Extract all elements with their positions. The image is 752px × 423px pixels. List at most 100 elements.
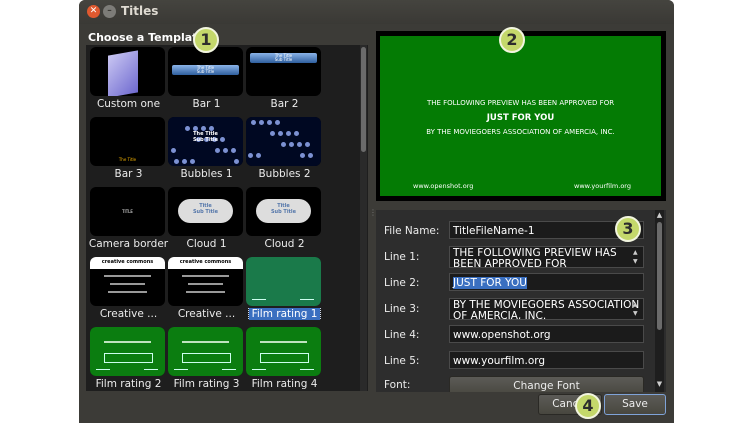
template-tile[interactable]: Custom one (90, 47, 167, 117)
font-label: Font: (384, 379, 411, 391)
line5-input[interactable]: www.yourfilm.org (449, 351, 644, 369)
template-thumbnail: The Title Sub Title (168, 47, 243, 96)
template-label: Film rating 4 (240, 378, 329, 390)
template-label: Film rating 1 (240, 308, 329, 320)
thumbnail-decoration (110, 283, 145, 285)
template-thumbnail: TITLE (90, 187, 165, 236)
thumbnail-decoration (260, 341, 307, 343)
template-label: Bubbles 1 (162, 168, 251, 180)
template-tile[interactable]: Film rating 4 (246, 327, 323, 391)
change-font-button[interactable]: Change Font (449, 376, 644, 392)
thumbnail-text-line: Sub Title (274, 57, 293, 62)
file-name-label: File Name: (384, 225, 440, 237)
line1-spin-icon[interactable]: ▲ ▼ (633, 248, 641, 266)
thumbnail-text-line: Sub Title (192, 137, 219, 143)
thumbnail-decoration (252, 369, 266, 370)
template-thumbnail (246, 257, 321, 306)
thumbnail-decoration (188, 283, 223, 285)
template-tile[interactable]: Film rating 3 (168, 327, 245, 391)
template-label-text: Bubbles 2 (258, 168, 311, 180)
thumbnail-decoration (182, 275, 229, 277)
template-thumbnail: Title Sub Title (246, 187, 321, 236)
template-tile[interactable]: Film rating 1 (246, 257, 323, 327)
line1-input[interactable]: THE FOLLOWING PREVIEW HAS BEEN APPROVED … (449, 246, 644, 268)
template-tile[interactable]: creative commons Creative ... (90, 257, 167, 327)
line1-label: Line 1: (384, 251, 420, 263)
template-thumbnail-text: The Title Sub Title (246, 54, 321, 62)
scrollbar-thumb[interactable] (361, 47, 366, 152)
preview-line-4: www.openshot.org (413, 182, 474, 190)
template-thumbnail: The Title Sub Title (168, 117, 243, 166)
preview-canvas: THE FOLLOWING PREVIEW HAS BEEN APPROVED … (380, 36, 661, 196)
template-tile[interactable]: The Title Sub Title Bar 1 (168, 47, 245, 117)
line5-label: Line 5: (384, 355, 420, 367)
template-label-text: Creative ... (177, 308, 236, 320)
thumbnail-decoration (252, 299, 266, 300)
minimize-icon[interactable]: – (103, 5, 116, 18)
scroll-up-icon[interactable]: ▲ (656, 211, 663, 219)
template-tile[interactable]: TITLE Camera border (89, 187, 168, 257)
callout-badge-3: 3 (615, 216, 641, 242)
template-tile[interactable]: creative commons Creative ... (168, 257, 245, 327)
template-tile[interactable]: Bubbles 2 (246, 117, 323, 187)
thumbnail-decoration (182, 159, 187, 164)
line3-label: Line 3: (384, 303, 420, 315)
template-label: Creative ... (86, 308, 173, 320)
title-preview: THE FOLLOWING PREVIEW HAS BEEN APPROVED … (376, 31, 666, 201)
thumbnail-decoration (300, 153, 305, 158)
template-tile[interactable]: Title Sub Title Cloud 1 (168, 187, 245, 257)
template-label-text: Film rating 4 (251, 378, 318, 390)
titles-dialog: ✕ – Titles Choose a Template Custom one T… (79, 0, 674, 423)
pane-splitter[interactable]: ⋮ (369, 208, 377, 217)
line3-value: BY THE MOVIEGOERS ASSOCIATION OF AMERCIA… (453, 299, 640, 320)
template-thumbnail-text: creative commons (168, 259, 243, 265)
choose-template-label: Choose a Template (88, 31, 205, 44)
thumbnail-decoration (270, 131, 275, 136)
thumbnail-decoration (171, 148, 176, 153)
thumbnail-decoration (256, 153, 261, 158)
template-label: Custom one (86, 98, 173, 110)
save-button[interactable]: Save (604, 394, 666, 415)
thumbnail-text-line: creative commons (179, 259, 232, 265)
template-thumbnail-text: Title Sub Title (168, 203, 243, 215)
thumbnail-decoration (182, 341, 229, 343)
template-label-text: Bubbles 1 (180, 168, 233, 180)
thumbnail-decoration (251, 120, 256, 125)
close-icon[interactable]: ✕ (87, 5, 100, 18)
template-thumbnail (246, 117, 321, 166)
thumbnail-decoration (108, 50, 138, 96)
line4-input[interactable]: www.openshot.org (449, 325, 644, 343)
thumbnail-decoration (286, 131, 291, 136)
form-scrollbar[interactable]: ▲ ▼ (655, 210, 664, 392)
line3-spin-icon[interactable]: ▲ ▼ (633, 300, 641, 318)
template-label-text: Bar 2 (270, 98, 299, 110)
template-tile[interactable]: The Title Sub Title Bar 2 (246, 47, 323, 117)
line2-value: JUST FOR YOU (453, 277, 527, 289)
thumbnail-decoration (259, 120, 264, 125)
template-tile[interactable]: Film rating 2 (90, 327, 167, 391)
scroll-down-icon[interactable]: ▼ (656, 380, 663, 388)
line2-input[interactable]: JUST FOR YOU (449, 273, 644, 291)
template-tile[interactable]: The Title Bar 3 (90, 117, 167, 187)
template-label-text: Film rating 1 (247, 308, 322, 320)
form-scrollbar-thumb[interactable] (657, 222, 662, 330)
template-label-text: Creative ... (99, 308, 158, 320)
template-thumbnail-text: creative commons (90, 259, 165, 265)
template-label: Bubbles 2 (240, 168, 329, 180)
template-tile[interactable]: Title Sub Title Cloud 2 (246, 187, 323, 257)
thumbnail-text-line: Sub Title (192, 209, 219, 215)
thumbnail-decoration (231, 148, 236, 153)
line3-input[interactable]: BY THE MOVIEGOERS ASSOCIATION OF AMERCIA… (449, 298, 644, 320)
template-label-text: Custom one (96, 98, 161, 110)
template-thumbnail (246, 327, 321, 376)
template-tile[interactable]: The Title Sub Title Bubbles 1 (168, 117, 245, 187)
thumbnail-decoration (96, 369, 110, 370)
thumbnail-decoration (104, 341, 151, 343)
thumbnail-text-line: The Title (118, 157, 137, 162)
template-list-scrollbar[interactable] (360, 45, 367, 391)
line4-label: Line 4: (384, 329, 420, 341)
template-thumbnail-text: The Title Sub Title (168, 66, 243, 74)
line2-label: Line 2: (384, 277, 420, 289)
template-thumbnail: Title Sub Title (168, 187, 243, 236)
template-thumbnail: The Title (90, 117, 165, 166)
